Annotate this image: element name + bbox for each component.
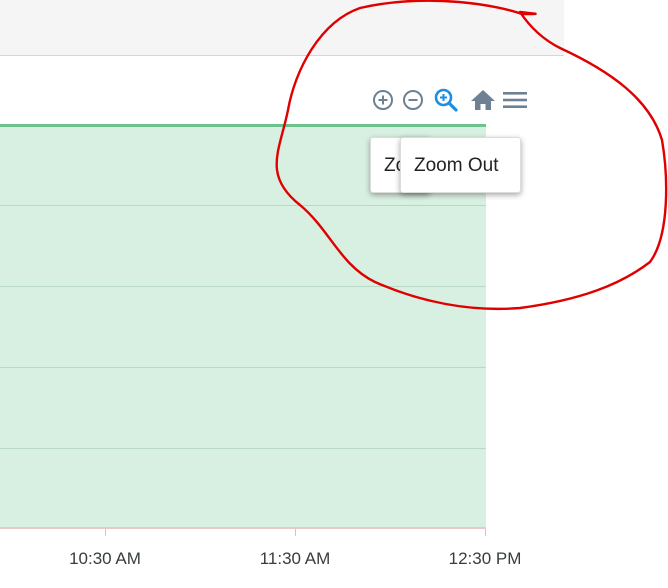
home-icon [471,90,495,110]
horizontal-gridline [0,448,486,449]
horizontal-gridline [0,286,486,287]
x-axis-tick-label: 11:30 AM [259,549,331,568]
zoom-in-icon [373,90,393,110]
horizontal-gridline [0,205,486,206]
zoom-out-button[interactable] [400,86,426,114]
zoom-in-button[interactable] [370,86,396,114]
chart-header-bar [0,0,564,56]
x-axis-tick [295,529,296,536]
menu-icon [503,92,527,108]
x-axis-tick [485,529,486,536]
x-axis-tick-label: 12:30 PM [448,549,522,568]
x-axis-line [0,527,486,529]
zoom-magnifier-icon [434,88,458,112]
x-axis-tick [105,529,106,536]
selection-zoom-button[interactable] [433,86,459,114]
horizontal-gridline [0,367,486,368]
zoom-out-icon [403,90,423,110]
x-axis-tick-label: 10:30 AM [69,549,141,568]
chart-screenshot: 10:30 AM 11:30 AM 12:30 PM Zo Zoom Out [0,0,668,588]
zoom-out-tooltip: Zoom Out [400,137,521,193]
chart-menu-button[interactable] [502,86,528,114]
reset-zoom-button[interactable] [470,86,496,114]
